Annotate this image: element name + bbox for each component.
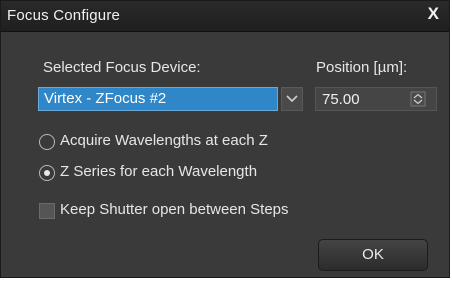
- radio-label: Acquire Wavelengths at each Z: [60, 132, 268, 149]
- radio-dot-icon: [44, 170, 50, 176]
- position-input[interactable]: 75.00: [315, 87, 437, 111]
- keep-shutter-checkbox[interactable]: [39, 203, 55, 219]
- focus-device-label: Selected Focus Device:: [43, 59, 201, 76]
- title-bar[interactable]: Focus Configure X: [1, 1, 449, 32]
- focus-configure-dialog: Focus Configure X Selected Focus Device:…: [0, 0, 450, 278]
- checkbox-label: Keep Shutter open between Steps: [60, 201, 289, 218]
- dialog-body: Selected Focus Device: Position [µm]: Vi…: [1, 32, 449, 278]
- radio-label: Z Series for each Wavelength: [60, 163, 258, 180]
- chevron-down-icon: [286, 95, 298, 103]
- spinner-icon[interactable]: [410, 91, 426, 107]
- dialog-title: Focus Configure: [7, 7, 121, 24]
- position-label: Position [µm]:: [316, 59, 408, 76]
- close-icon[interactable]: X: [428, 4, 439, 24]
- focus-device-select[interactable]: Virtex - ZFocus #2: [38, 87, 278, 111]
- radio-button[interactable]: [39, 134, 55, 150]
- ok-button[interactable]: OK: [318, 239, 428, 271]
- position-value: 75.00: [322, 91, 360, 108]
- radio-button[interactable]: [39, 165, 55, 181]
- focus-device-dropdown-button[interactable]: [281, 87, 303, 111]
